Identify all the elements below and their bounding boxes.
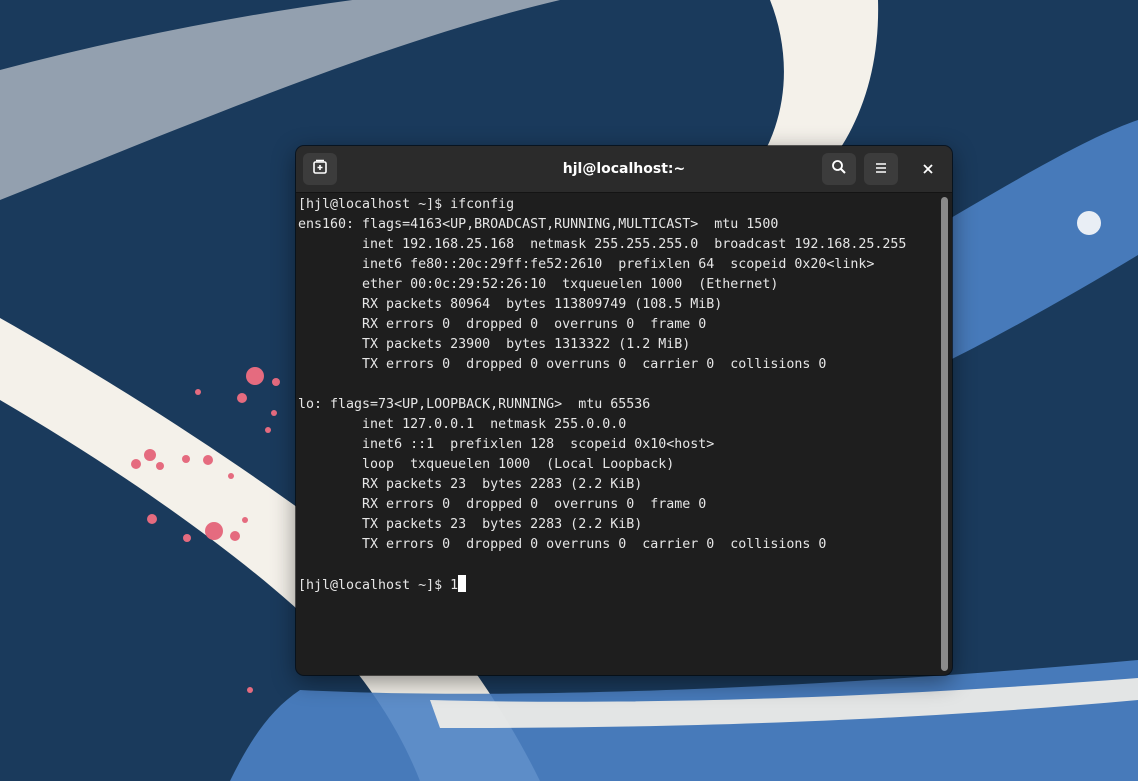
close-icon	[922, 160, 934, 179]
search-button[interactable]	[822, 153, 856, 185]
terminal-line: ens160: flags=4163<UP,BROADCAST,RUNNING,…	[298, 217, 779, 232]
headerbar: hjl@localhost:~	[296, 146, 952, 193]
search-icon	[831, 159, 847, 179]
command-input[interactable]: 1	[450, 578, 458, 593]
terminal-line: TX errors 0 dropped 0 overruns 0 carrier…	[298, 537, 827, 552]
terminal-text: [hjl@localhost ~]$ ifconfig ens160: flag…	[296, 193, 938, 596]
terminal-line: lo: flags=73<UP,LOOPBACK,RUNNING> mtu 65…	[298, 397, 651, 412]
vertical-scrollbar[interactable]	[938, 193, 952, 675]
terminal-line: TX errors 0 dropped 0 overruns 0 carrier…	[298, 357, 827, 372]
new-tab-button[interactable]	[303, 153, 337, 185]
command-prompt: [hjl@localhost ~]$	[298, 578, 451, 593]
text-cursor	[458, 575, 467, 592]
terminal-line: ether 00:0c:29:52:26:10 txqueuelen 1000 …	[298, 277, 779, 292]
terminal-line: inet6 fe80::20c:29ff:fe52:2610 prefixlen…	[298, 257, 875, 272]
window-title: hjl@localhost:~	[562, 161, 686, 177]
terminal-line: inet 127.0.0.1 netmask 255.0.0.0	[298, 417, 627, 432]
terminal-window[interactable]: hjl@localhost:~ [hjl@localhost ~]$ ifcon…	[296, 146, 952, 675]
new-tab-icon	[312, 159, 328, 179]
terminal-line: loop txqueuelen 1000 (Local Loopback)	[298, 457, 675, 472]
main-menu-button[interactable]	[864, 153, 898, 185]
terminal-line: inet6 ::1 prefixlen 128 scopeid 0x10<hos…	[298, 437, 715, 452]
terminal-line: TX packets 23900 bytes 1313322 (1.2 MiB)	[298, 337, 691, 352]
hamburger-menu-icon	[874, 160, 888, 179]
terminal-line: RX errors 0 dropped 0 overruns 0 frame 0	[298, 497, 707, 512]
terminal-line: RX packets 80964 bytes 113809749 (108.5 …	[298, 297, 723, 312]
terminal-output[interactable]: [hjl@localhost ~]$ ifconfig ens160: flag…	[296, 193, 938, 675]
terminal-line: RX errors 0 dropped 0 overruns 0 frame 0	[298, 317, 707, 332]
terminal-line: [hjl@localhost ~]$ ifconfig	[298, 197, 515, 212]
terminal-line: RX packets 23 bytes 2283 (2.2 KiB)	[298, 477, 643, 492]
terminal-line: inet 192.168.25.168 netmask 255.255.255.…	[298, 237, 907, 252]
terminal-line: TX packets 23 bytes 2283 (2.2 KiB)	[298, 517, 643, 532]
close-button[interactable]	[916, 157, 940, 181]
scrollbar-thumb[interactable]	[941, 197, 948, 671]
